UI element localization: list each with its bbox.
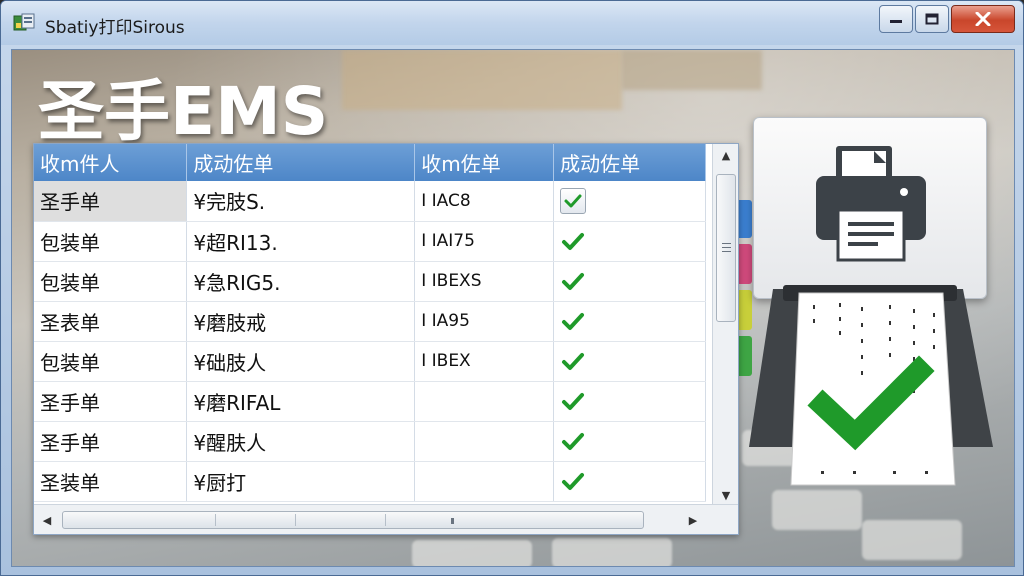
maximize-button[interactable] [915, 5, 949, 33]
cell-waybill: ¥磨RIFAL [186, 381, 416, 422]
cell-recipient: 圣手单 [34, 421, 188, 462]
cell-status [553, 261, 706, 302]
horizontal-scroll-thumb[interactable] [62, 511, 644, 529]
cell-code: I IAC8 [414, 181, 555, 222]
cell-code: I IA95 [414, 301, 555, 342]
close-icon [975, 12, 991, 26]
scroll-up-icon[interactable]: ▲ [713, 144, 739, 166]
cell-status [553, 421, 706, 462]
scroll-left-icon[interactable]: ◀ [34, 505, 60, 535]
cell-waybill: ¥磨肢戒 [186, 301, 416, 342]
cell-code [414, 421, 555, 462]
printer-panel [753, 117, 987, 299]
cell-waybill: ¥急RIG5. [186, 261, 416, 302]
title-bar[interactable]: Sbatiy打印Sirous [1, 1, 1023, 45]
cell-status [553, 301, 706, 342]
maximize-icon [925, 13, 939, 25]
cell-status [553, 181, 706, 222]
cell-recipient: 包装单 [34, 261, 188, 302]
cell-code: I IAI75 [414, 221, 555, 262]
column-header-code[interactable]: 收m佐单 [414, 144, 555, 181]
app-icon [13, 13, 35, 33]
close-button[interactable] [951, 5, 1015, 33]
background-boxes [342, 50, 622, 110]
table-row[interactable]: 包装单 ¥础肢人 I IBEX [34, 341, 706, 382]
cell-code: I IBEX [414, 341, 555, 382]
column-header-waybill[interactable]: 成动佐单 [186, 144, 416, 181]
checkmark-icon [562, 232, 585, 250]
horizontal-scrollbar[interactable]: ◀ ▶ [34, 504, 738, 534]
window-controls [877, 5, 1015, 33]
shipment-table: 收m件人 成动佐单 收m佐单 成动佐单 圣手单 ¥完肢S. I IAC8 包装单… [34, 144, 706, 502]
cell-status [553, 221, 706, 262]
print-success-graphic [743, 279, 993, 549]
cell-recipient: 包装单 [34, 221, 188, 262]
background-keyboard [552, 538, 672, 566]
table-row[interactable]: 包装单 ¥超RI13. I IAI75 [34, 221, 706, 262]
table-row[interactable]: 圣表单 ¥磨肢戒 I IA95 [34, 301, 706, 342]
checkmark-icon [562, 432, 585, 450]
table-row[interactable]: 圣手单 ¥磨RIFAL [34, 381, 706, 422]
table-row[interactable]: 包装单 ¥急RIG5. I IBEXS [34, 261, 706, 302]
cell-recipient: 圣表单 [34, 301, 188, 342]
printer-icon [816, 146, 926, 262]
scroll-right-icon[interactable]: ▶ [680, 505, 706, 535]
app-window: Sbatiy打印Sirous 圣手EMS 收m件人 成动佐单 收m佐单 成动佐单… [0, 0, 1024, 576]
background-boxes [622, 50, 762, 90]
cell-recipient: 圣手单 [34, 381, 188, 422]
cell-code [414, 381, 555, 422]
checkmark-icon [562, 352, 585, 370]
checkmark-icon [562, 392, 585, 410]
cell-waybill: ¥超RI13. [186, 221, 416, 262]
cell-code: I IBEXS [414, 261, 555, 302]
table-row[interactable]: 圣手单 ¥醒肤人 [34, 421, 706, 462]
brand-title: 圣手EMS [38, 73, 329, 150]
cell-status [553, 341, 706, 382]
cell-recipient: 圣装单 [34, 461, 188, 502]
cell-waybill: ¥厨打 [186, 461, 416, 502]
status-checkbox[interactable] [560, 188, 587, 214]
cell-waybill: ¥完肢S. [186, 181, 416, 222]
minimize-icon [890, 20, 902, 23]
shipment-grid: 收m件人 成动佐单 收m佐单 成动佐单 圣手单 ¥完肢S. I IAC8 包装单… [33, 143, 739, 535]
cell-status [553, 381, 706, 422]
checkmark-icon [562, 312, 585, 330]
column-header-recipient[interactable]: 收m件人 [34, 144, 188, 181]
cell-waybill: ¥醒肤人 [186, 421, 416, 462]
background-keyboard [412, 540, 532, 566]
scroll-down-icon[interactable]: ▼ [713, 484, 739, 506]
vertical-scrollbar[interactable]: ▲ ▼ [712, 144, 738, 506]
table-row[interactable]: 圣装单 ¥厨打 [34, 461, 706, 502]
table-row[interactable]: 圣手单 ¥完肢S. I IAC8 [34, 181, 706, 222]
column-header-status[interactable]: 成动佐单 [553, 144, 706, 181]
vertical-scroll-thumb[interactable] [716, 174, 736, 322]
cell-recipient: 圣手单 [34, 181, 188, 222]
cell-waybill: ¥础肢人 [186, 341, 416, 382]
cell-status [553, 461, 706, 502]
minimize-button[interactable] [879, 5, 913, 33]
table-header: 收m件人 成动佐单 收m佐单 成动佐单 [34, 144, 706, 181]
checkmark-icon [562, 472, 585, 490]
cell-code [414, 461, 555, 502]
checkmark-icon [564, 194, 582, 208]
window-title: Sbatiy打印Sirous [45, 18, 185, 38]
checkmark-icon [562, 272, 585, 290]
cell-recipient: 包装单 [34, 341, 188, 382]
